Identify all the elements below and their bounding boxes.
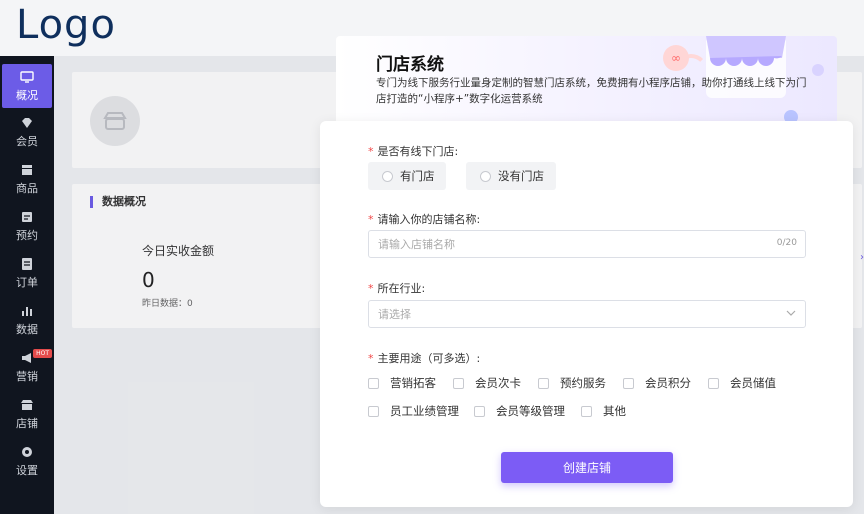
hot-badge: HOT — [33, 349, 52, 358]
sidebar-item-label: 会员 — [16, 134, 38, 148]
chevron-down-icon — [786, 310, 796, 316]
sidebar-item-label: 店铺 — [16, 416, 38, 430]
gear-icon — [22, 446, 32, 457]
usage-option-booking[interactable]: 预约服务 — [538, 375, 606, 391]
usage-label: * 主要用途（可多选）: — [368, 352, 481, 365]
checkbox — [708, 377, 719, 389]
sidebar-item-label: 设置 — [16, 463, 38, 477]
logo: Logo — [16, 2, 116, 48]
sidebar-item-booking[interactable]: 预约 — [0, 204, 54, 248]
industry-select[interactable]: 请选择 — [368, 300, 806, 328]
checkbox — [368, 377, 379, 389]
radio-circle — [480, 170, 491, 182]
usage-option-staff-performance[interactable]: 员工业绩管理 — [368, 403, 459, 419]
sidebar-item-data[interactable]: 数据 — [0, 298, 54, 342]
order-icon — [22, 257, 32, 270]
usage-option-member-level[interactable]: 会员等级管理 — [474, 403, 565, 419]
usage-option-stored-value[interactable]: 会员储值 — [708, 375, 776, 391]
sidebar: 概况 会员 商品 预约 订单 数据 HOT 营销 店铺 设置 — [0, 56, 54, 514]
calendar-icon — [22, 211, 32, 222]
sidebar-item-label: 概况 — [16, 88, 38, 102]
usage-option-other[interactable]: 其他 — [581, 403, 626, 419]
sidebar-item-label: 预约 — [16, 228, 38, 242]
radio-has-store[interactable]: 有门店 — [368, 162, 446, 190]
sidebar-item-label: 数据 — [16, 322, 38, 336]
industry-label: * 所在行业: — [368, 282, 426, 295]
usage-option-marketing[interactable]: 营销拓客 — [368, 375, 436, 391]
checkbox — [538, 377, 549, 389]
sidebar-item-orders[interactable]: 订单 — [0, 251, 54, 295]
sidebar-item-members[interactable]: 会员 — [0, 110, 54, 154]
checkbox — [453, 377, 464, 389]
store-name-input[interactable]: 请输入店铺名称 0/20 — [368, 230, 806, 258]
sidebar-item-store[interactable]: 店铺 — [0, 392, 54, 436]
create-store-button[interactable]: 创建店铺 — [501, 452, 673, 483]
diamond-icon — [22, 117, 32, 128]
checkbox — [623, 377, 634, 389]
sidebar-item-overview[interactable]: 概况 — [2, 64, 52, 108]
checkbox — [581, 405, 592, 417]
sidebar-item-products[interactable]: 商品 — [0, 157, 54, 201]
sidebar-item-label: 营销 — [16, 369, 38, 383]
modal-header: ∞ 门店系统 专门为线下服务行业量身定制的智慧门店系统，免费拥有小程序店铺，助你… — [336, 36, 837, 126]
box-icon — [22, 164, 32, 175]
bar-chart-icon — [22, 306, 32, 316]
store-name-placeholder: 请输入店铺名称 — [378, 238, 455, 251]
checkbox — [368, 405, 379, 417]
modal-title: 门店系统 — [376, 55, 444, 75]
checkbox — [474, 405, 485, 417]
has-store-label: * 是否有线下门店: — [368, 145, 459, 158]
megaphone-icon — [22, 352, 31, 363]
usage-option-points[interactable]: 会员积分 — [623, 375, 691, 391]
link-icon: ∞ — [663, 45, 689, 71]
industry-placeholder: 请选择 — [378, 308, 411, 321]
store-icon — [21, 399, 33, 410]
monitor-icon — [20, 70, 34, 83]
create-store-form: * 是否有线下门店: 有门店 没有门店 * 请输入你的店铺名称: 请输入店铺名称 0… — [320, 121, 853, 507]
radio-circle — [382, 170, 393, 182]
sidebar-item-label: 订单 — [16, 275, 38, 289]
char-count: 0/20 — [776, 238, 797, 248]
radio-no-store[interactable]: 没有门店 — [466, 162, 556, 190]
store-name-label: * 请输入你的店铺名称: — [368, 213, 481, 226]
sidebar-item-settings[interactable]: 设置 — [0, 439, 54, 483]
sidebar-item-label: 商品 — [16, 181, 38, 195]
modal-description: 专门为线下服务行业量身定制的智慧门店系统，免费拥有小程序店铺，助你打通线上线下为… — [376, 77, 807, 105]
usage-option-member-card[interactable]: 会员次卡 — [453, 375, 521, 391]
sidebar-item-marketing[interactable]: HOT 营销 — [0, 345, 54, 389]
